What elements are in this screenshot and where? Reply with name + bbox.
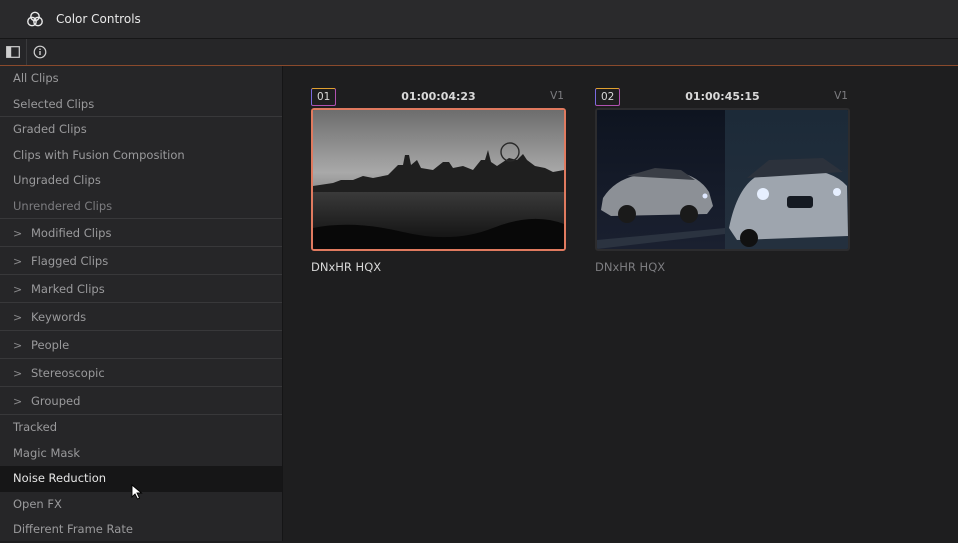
sidebar-group-flagged-clips[interactable]: > Flagged Clips [0,247,282,275]
sidebar-group-label: Grouped [31,394,81,408]
chevron-right-icon: > [13,255,23,268]
sidebar-item-magic-mask[interactable]: Magic Mask [0,441,282,467]
clip-track: V1 [550,90,564,102]
sidebar-item-tracked[interactable]: Tracked [0,415,282,441]
sidebar-group-grouped[interactable]: > Grouped [0,387,282,415]
clip-thumbnail-grid: 01 01:00:04:23 V1 DNxHR HQX 02 01:00:45:… [283,66,958,541]
sidebar-group-label: Marked Clips [31,282,105,296]
clip-track: V1 [834,90,848,102]
clip-thumbnail[interactable] [595,108,850,251]
sidebar-item-unrendered-clips[interactable]: Unrendered Clips [0,194,282,219]
clip-timecode: 01:00:04:23 [401,90,476,103]
title-bar: Color Controls [0,0,958,39]
sidebar-group-modified-clips[interactable]: > Modified Clips [0,219,282,247]
chevron-right-icon: > [13,367,23,380]
car-thumbnail-image [597,110,848,249]
mouse-cursor-icon [131,484,143,504]
window-title: Color Controls [56,12,141,26]
clip-filter-sidebar: All Clips Selected Clips Graded Clips Cl… [0,66,283,541]
sidebar-group-marked-clips[interactable]: > Marked Clips [0,275,282,303]
color-page-icon [26,10,44,28]
sidebar-item-fusion-clips[interactable]: Clips with Fusion Composition [0,143,282,169]
clip-thumbnail-selected[interactable] [311,108,566,251]
sidebar-item-selected-clips[interactable]: Selected Clips [0,92,282,117]
sidebar-group-label: Modified Clips [31,226,112,240]
sidebar-item-all-clips[interactable]: All Clips [0,66,282,92]
sidebar-toggle-button[interactable] [0,39,26,65]
chevron-right-icon: > [13,339,23,352]
sidebar-group-label: Flagged Clips [31,254,109,268]
toolbar [0,39,958,66]
chevron-right-icon: > [13,283,23,296]
clip-codec-label: DNxHR HQX [595,260,666,274]
info-icon [33,45,47,59]
sidebar-item-graded-clips[interactable]: Graded Clips [0,117,282,143]
chevron-right-icon: > [13,311,23,324]
sidebar-group-label: Stereoscopic [31,366,105,380]
clip-tile[interactable]: 01 01:00:04:23 V1 DNxHR HQX [311,88,566,274]
sidebar-item-different-frame-rate[interactable]: Different Frame Rate [0,517,282,543]
clip-timecode: 01:00:45:15 [685,90,760,103]
clip-header: 01 01:00:04:23 V1 [311,88,566,108]
sidebar-group-stereoscopic[interactable]: > Stereoscopic [0,359,282,387]
sidebar-toggle-icon [6,46,20,58]
sidebar-group-people[interactable]: > People [0,331,282,359]
chevron-right-icon: > [13,227,23,240]
clip-codec-label: DNxHR HQX [311,260,382,274]
sidebar-group-label: Keywords [31,310,87,324]
clip-header: 02 01:00:45:15 V1 [595,88,850,108]
sidebar-group-label: People [31,338,70,352]
clip-tile[interactable]: 02 01:00:45:15 V1 DNxHR HQX [595,88,850,274]
sidebar-group-keywords[interactable]: > Keywords [0,303,282,331]
skyline-thumbnail-image [313,110,564,249]
info-button[interactable] [27,39,53,65]
sidebar-item-ungraded-clips[interactable]: Ungraded Clips [0,168,282,194]
chevron-right-icon: > [13,395,23,408]
